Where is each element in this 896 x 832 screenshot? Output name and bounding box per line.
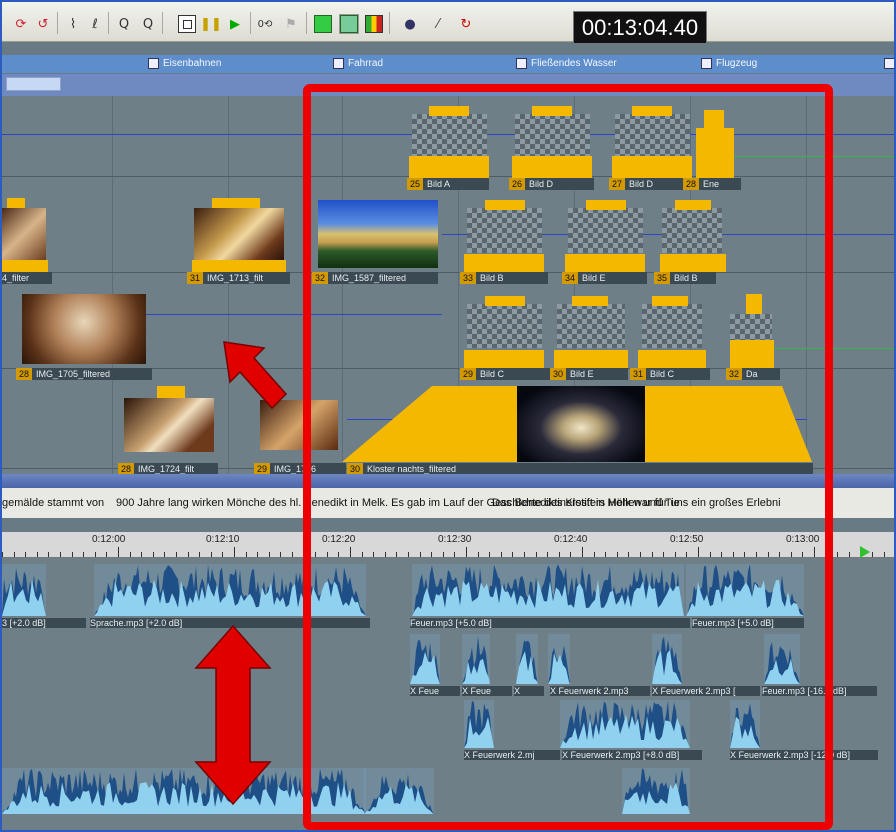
clip-thumbnail: [2, 208, 46, 260]
clip-thumbnail: [194, 208, 284, 260]
transition-icon: [516, 58, 527, 69]
ruler-tick: [176, 552, 177, 557]
zoom-out-icon[interactable]: Q: [139, 15, 157, 33]
ruler-tick: [849, 552, 850, 557]
zoom-in-icon[interactable]: Q: [115, 15, 133, 33]
video-clip-label[interactable]: 28 IMG_1705_filtered: [16, 368, 152, 380]
clip-thumbnail: [124, 398, 214, 452]
video-clip-label[interactable]: 28 IMG_1724_filt: [118, 463, 218, 474]
stop-icon[interactable]: [178, 15, 196, 33]
ruler-tick: [292, 552, 293, 557]
ruler-tick: [37, 552, 38, 557]
ruler-tick: [837, 552, 838, 557]
video-clip-label[interactable]: 31 IMG_1713_filt: [187, 272, 290, 284]
cut-icon[interactable]: ⌇: [64, 15, 82, 33]
ruler-label: 0:12:10: [206, 534, 240, 545]
ruler-tick: [280, 552, 281, 557]
ruler-tick: [118, 547, 119, 557]
ruler-tick: [25, 552, 26, 557]
ruler-tick: [106, 552, 107, 557]
ruler-tick: [884, 552, 885, 557]
transition-label[interactable]: Eisenbahnen: [148, 58, 221, 69]
ruler-tick: [872, 552, 873, 557]
transition-icon: [884, 58, 894, 69]
dots-icon[interactable]: ●: [401, 15, 419, 33]
text-clip[interactable]: gemälde stammt von: [2, 497, 104, 509]
ruler-tick: [14, 552, 15, 557]
red-arrow-diagonal-icon: [223, 341, 288, 410]
transition-label[interactable]: [884, 58, 894, 69]
pause-icon[interactable]: ❚❚: [200, 15, 222, 33]
rotate-icon[interactable]: ↻: [457, 15, 475, 33]
ruler-tick: [95, 552, 96, 557]
link-icon[interactable]: ℓ: [86, 15, 104, 33]
transition-labels-row: Eisenbahnen Fahrrad Fließendes Wasser Fl…: [2, 55, 894, 73]
clip-thumbnail: [22, 294, 146, 364]
transition-icon: [701, 58, 712, 69]
ruler-tick: [257, 552, 258, 557]
ruler-tick: [72, 552, 73, 557]
play-icon[interactable]: ▶: [226, 15, 244, 33]
transition-label[interactable]: Fließendes Wasser: [516, 58, 617, 69]
ruler-tick: [164, 552, 165, 557]
scroll-thumb[interactable]: [6, 77, 61, 91]
transition-icon: [333, 58, 344, 69]
toolbar: ⟳ ↺ ⌇ ℓ Q Q ❚❚ ▶ 0⟲ ⚑ ● ⁄ ↻ 00:13:04.40: [2, 2, 894, 44]
transition-icon: [148, 58, 159, 69]
highlight-rectangle: [303, 84, 833, 830]
ruler-tick: [222, 552, 223, 557]
ruler-label: 0:12:00: [92, 534, 126, 545]
refresh-icon[interactable]: ⟳: [12, 15, 30, 33]
ruler-tick: [130, 552, 131, 557]
audio-clip-label[interactable]: 3 [+2.0 dB]: [2, 618, 86, 628]
timecode-display: 00:13:04.40: [573, 11, 707, 44]
ruler-tick: [60, 552, 61, 557]
red-arrow-vertical-icon: [194, 624, 272, 806]
app-window: ⟳ ↺ ⌇ ℓ Q Q ❚❚ ▶ 0⟲ ⚑ ● ⁄ ↻ 00:13:04.40 …: [0, 0, 896, 832]
ruler-tick: [234, 547, 235, 557]
ruler-tick: [269, 552, 270, 557]
ruler-tick: [199, 552, 200, 557]
view-active-icon[interactable]: [339, 14, 359, 34]
effect-icon[interactable]: ⚑: [282, 15, 300, 33]
play-marker-icon[interactable]: [860, 546, 870, 558]
ruler-tick: [2, 552, 3, 557]
wand-icon[interactable]: ⁄: [429, 15, 447, 33]
transition-label[interactable]: Flugzeug: [701, 58, 757, 69]
ruler-tick: [211, 552, 212, 557]
view-icon[interactable]: [314, 15, 332, 33]
video-clip-label[interactable]: 4_filter: [2, 272, 52, 284]
loop-icon[interactable]: 0⟲: [256, 15, 274, 33]
undo-icon[interactable]: ↺: [34, 15, 52, 33]
color-icon[interactable]: [365, 15, 383, 33]
transition-label[interactable]: Fahrrad: [333, 58, 383, 69]
ruler-tick: [246, 552, 247, 557]
ruler-tick: [141, 552, 142, 557]
ruler-tick: [188, 552, 189, 557]
ruler-tick: [153, 552, 154, 557]
ruler-tick: [83, 552, 84, 557]
ruler-tick: [48, 552, 49, 557]
